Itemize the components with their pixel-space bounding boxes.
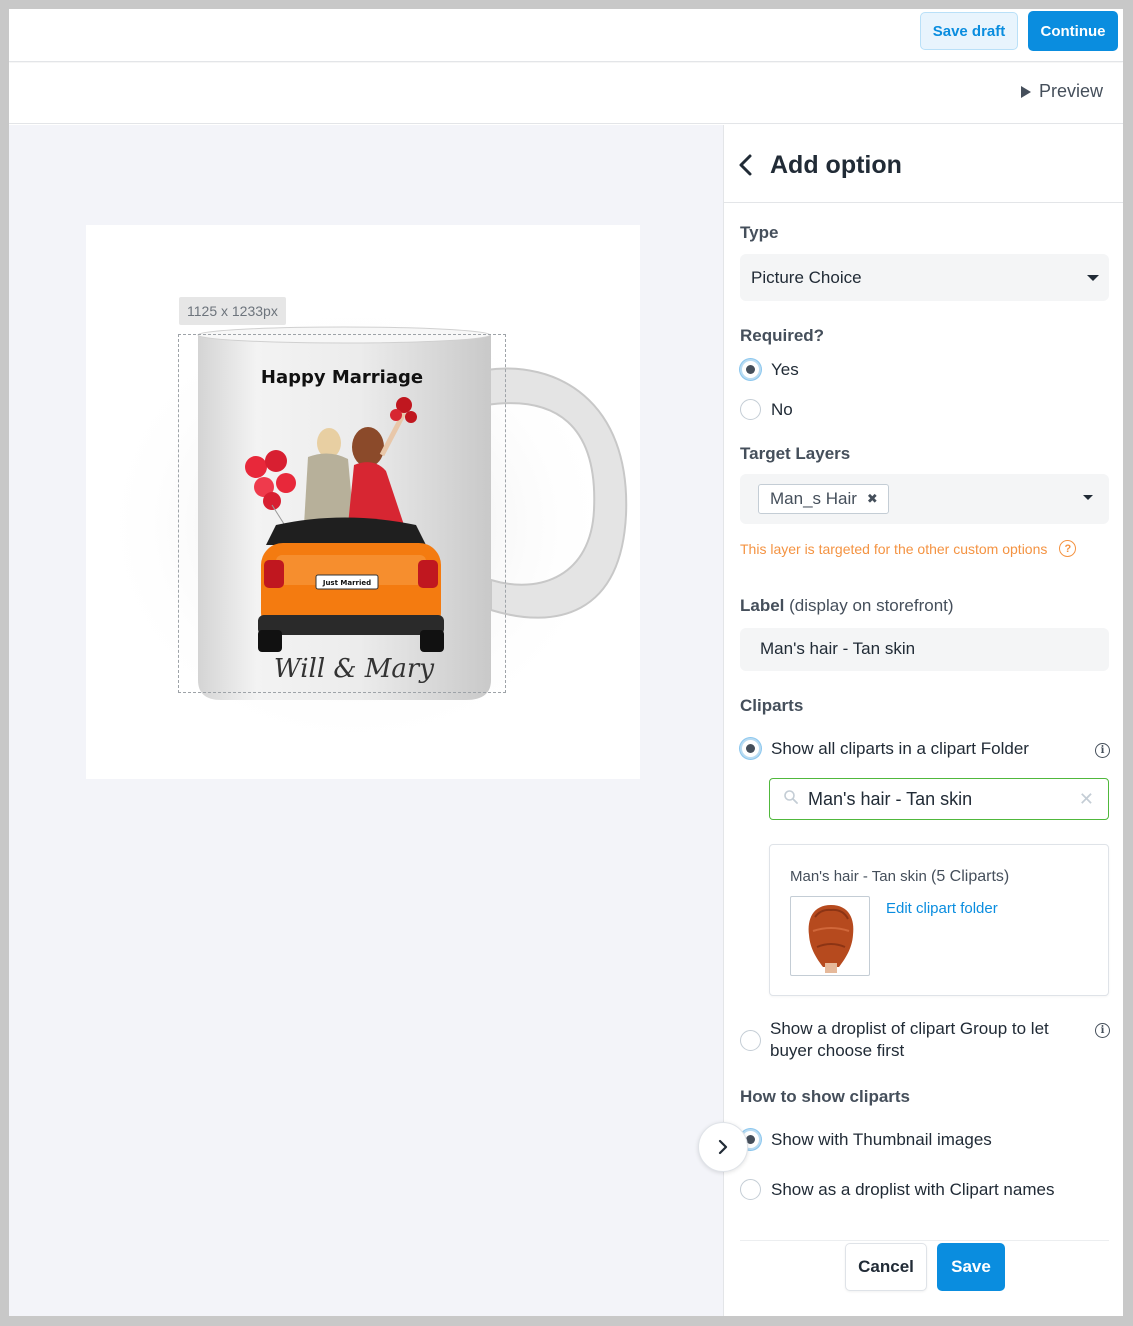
label-field-label: Label (display on storefront): [740, 596, 954, 616]
required-yes-label: Yes: [771, 359, 799, 379]
clipart-group-option-label[interactable]: Show a droplist of clipart Group to let …: [770, 1018, 1070, 1062]
label-field-title: Label: [740, 596, 785, 615]
size-tag: 1125 x 1233px: [179, 297, 286, 325]
info-icon[interactable]: i: [1095, 1023, 1110, 1038]
radio-selected[interactable]: [740, 359, 761, 380]
label-field-hint: (display on storefront): [789, 596, 954, 615]
type-select[interactable]: Picture Choice: [740, 254, 1109, 301]
label-input[interactable]: Man's hair - Tan skin: [740, 628, 1109, 671]
caret-down-icon: [1087, 275, 1099, 281]
top-bar: Save draft Continue: [9, 9, 1123, 62]
selection-box[interactable]: [178, 334, 506, 693]
collapse-panel-button[interactable]: [698, 1122, 748, 1172]
panel-header: Add option: [724, 125, 1123, 203]
hair-clipart-image: [808, 905, 854, 973]
info-icon[interactable]: i: [1095, 743, 1110, 758]
how-to-show-label: How to show cliparts: [740, 1087, 911, 1106]
remove-chip-icon[interactable]: ✖: [867, 491, 878, 507]
clear-icon[interactable]: ✕: [1079, 789, 1094, 810]
panel-footer-divider: [740, 1240, 1109, 1241]
save-draft-button[interactable]: Save draft: [920, 12, 1018, 50]
clipart-folder-card: Man's hair - Tan skin (5 Cliparts) Edit …: [769, 844, 1109, 996]
thumbnail-option[interactable]: Show with Thumbnail images: [740, 1129, 992, 1150]
target-layers-select[interactable]: Man_s Hair ✖: [740, 474, 1109, 524]
folder-name: Man's hair - Tan skin: [790, 868, 927, 885]
required-yes-option[interactable]: Yes: [740, 359, 799, 380]
preview-bar: Preview: [9, 63, 1123, 124]
save-button[interactable]: Save: [937, 1243, 1005, 1291]
clipart-folder-option-label: Show all cliparts in a clipart Folder: [771, 738, 1029, 758]
layer-warning: This layer is targeted for the other cus…: [740, 540, 1077, 557]
droplist-option[interactable]: Show as a droplist with Clipart names: [740, 1179, 1054, 1200]
search-icon: [784, 790, 798, 804]
clipart-folder-search[interactable]: Man's hair - Tan skin ✕: [769, 778, 1109, 820]
cliparts-label: Cliparts: [740, 696, 804, 715]
app-frame: Save draft Continue Preview Happy Marria…: [9, 9, 1123, 1316]
radio-unselected[interactable]: [740, 399, 761, 420]
required-no-option[interactable]: No: [740, 399, 793, 420]
continue-button[interactable]: Continue: [1028, 11, 1118, 51]
radio-unselected[interactable]: [740, 1030, 761, 1051]
question-icon[interactable]: ?: [1059, 540, 1077, 557]
radio-unselected[interactable]: [740, 1179, 761, 1200]
mug-mockup: Happy Marriage Just Married Will & Mary …: [86, 225, 640, 779]
edit-clipart-folder-link[interactable]: Edit clipart folder: [886, 900, 998, 917]
droplist-option-label: Show as a droplist with Clipart names: [771, 1179, 1055, 1199]
type-label: Type: [740, 223, 779, 242]
preview-toggle[interactable]: Preview: [1020, 81, 1103, 102]
thumbnail-option-label: Show with Thumbnail images: [771, 1129, 992, 1149]
required-label: Required?: [740, 326, 825, 345]
search-input[interactable]: Man's hair - Tan skin: [808, 789, 972, 810]
design-canvas: Happy Marriage Just Married Will & Mary …: [9, 125, 723, 1316]
preview-label: Preview: [1038, 81, 1103, 101]
layer-warning-text: This layer is targeted for the other cus…: [740, 540, 1048, 557]
play-icon: [1020, 85, 1031, 98]
layer-chip-label: Man_s Hair: [770, 489, 857, 508]
radio-selected[interactable]: [740, 738, 761, 759]
folder-thumbnail: [790, 896, 870, 976]
layer-chip: Man_s Hair ✖: [758, 484, 889, 514]
add-option-panel: Add option Type Picture Choice Required?…: [723, 125, 1123, 1316]
type-select-value: Picture Choice: [751, 268, 862, 287]
panel-title: Add option: [770, 151, 902, 179]
folder-count: (5 Cliparts): [930, 868, 1010, 885]
folder-title: Man's hair - Tan skin (5 Cliparts): [790, 868, 1009, 886]
chevron-right-icon: [718, 1139, 728, 1155]
required-no-label: No: [771, 399, 793, 419]
caret-down-icon: [1083, 495, 1093, 500]
target-layers-label: Target Layers: [740, 444, 851, 463]
clipart-folder-option[interactable]: Show all cliparts in a clipart Folder: [740, 738, 1029, 759]
back-arrow-icon[interactable]: [736, 153, 754, 177]
cancel-button[interactable]: Cancel: [845, 1243, 927, 1291]
